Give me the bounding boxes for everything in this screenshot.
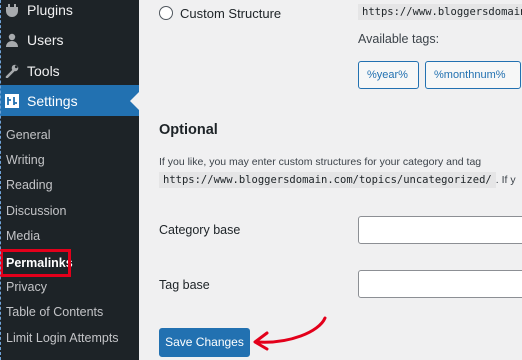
tag-year-button[interactable]: %year% — [358, 61, 419, 89]
optional-example-line: https://www.bloggersdomain.com/topics/un… — [159, 172, 516, 188]
submenu-reading[interactable]: Reading — [6, 175, 53, 195]
menu-tools-label: Tools — [27, 62, 60, 79]
menu-tools[interactable]: Tools — [0, 55, 139, 86]
category-base-label: Category base — [159, 223, 241, 237]
tag-base-label: Tag base — [159, 278, 210, 292]
menu-users[interactable]: Users — [0, 24, 139, 55]
menu-users-label: Users — [27, 31, 64, 48]
tag-monthnum-button[interactable]: %monthnum% — [425, 61, 521, 89]
submenu-privacy[interactable]: Privacy — [6, 277, 47, 297]
custom-structure-radio[interactable] — [159, 6, 173, 20]
available-tags-label: Available tags: — [358, 32, 440, 46]
permalinks-highlight-box — [0, 249, 71, 277]
submenu-table-of-contents[interactable]: Table of Contents — [6, 302, 103, 322]
optional-example-suffix: . If y — [495, 174, 516, 186]
users-icon — [5, 33, 19, 47]
red-arrow-annotation — [253, 316, 327, 351]
optional-example-url: https://www.bloggersdomain.com/topics/un… — [159, 172, 496, 188]
tools-icon — [5, 64, 19, 78]
submenu-discussion[interactable]: Discussion — [6, 201, 66, 221]
tag-base-input[interactable] — [358, 270, 522, 298]
menu-settings[interactable]: Settings — [0, 85, 139, 116]
custom-structure-url-prefix: https://www.bloggersdomain — [358, 4, 522, 20]
submenu-media[interactable]: Media — [6, 226, 40, 246]
admin-sidebar: Plugins Users Tools Settings General Wri… — [0, 0, 139, 360]
submenu-limit-login-attempts[interactable]: Limit Login Attempts — [6, 328, 119, 348]
plugins-icon — [5, 3, 19, 17]
permalink-settings-content: Custom Structure https://www.bloggersdom… — [139, 0, 522, 360]
optional-section-title: Optional — [159, 122, 218, 138]
current-menu-arrow — [130, 92, 139, 110]
submenu-writing[interactable]: Writing — [6, 150, 45, 170]
menu-plugins[interactable]: Plugins — [0, 0, 139, 25]
menu-settings-label: Settings — [27, 92, 78, 109]
settings-icon — [5, 93, 19, 108]
custom-structure-label: Custom Structure — [180, 6, 282, 21]
menu-plugins-label: Plugins — [27, 1, 73, 18]
submenu-general[interactable]: General — [6, 125, 50, 145]
category-base-input[interactable] — [358, 216, 522, 244]
optional-description: If you like, you may enter custom struct… — [159, 156, 482, 168]
save-changes-button[interactable]: Save Changes — [159, 328, 250, 357]
